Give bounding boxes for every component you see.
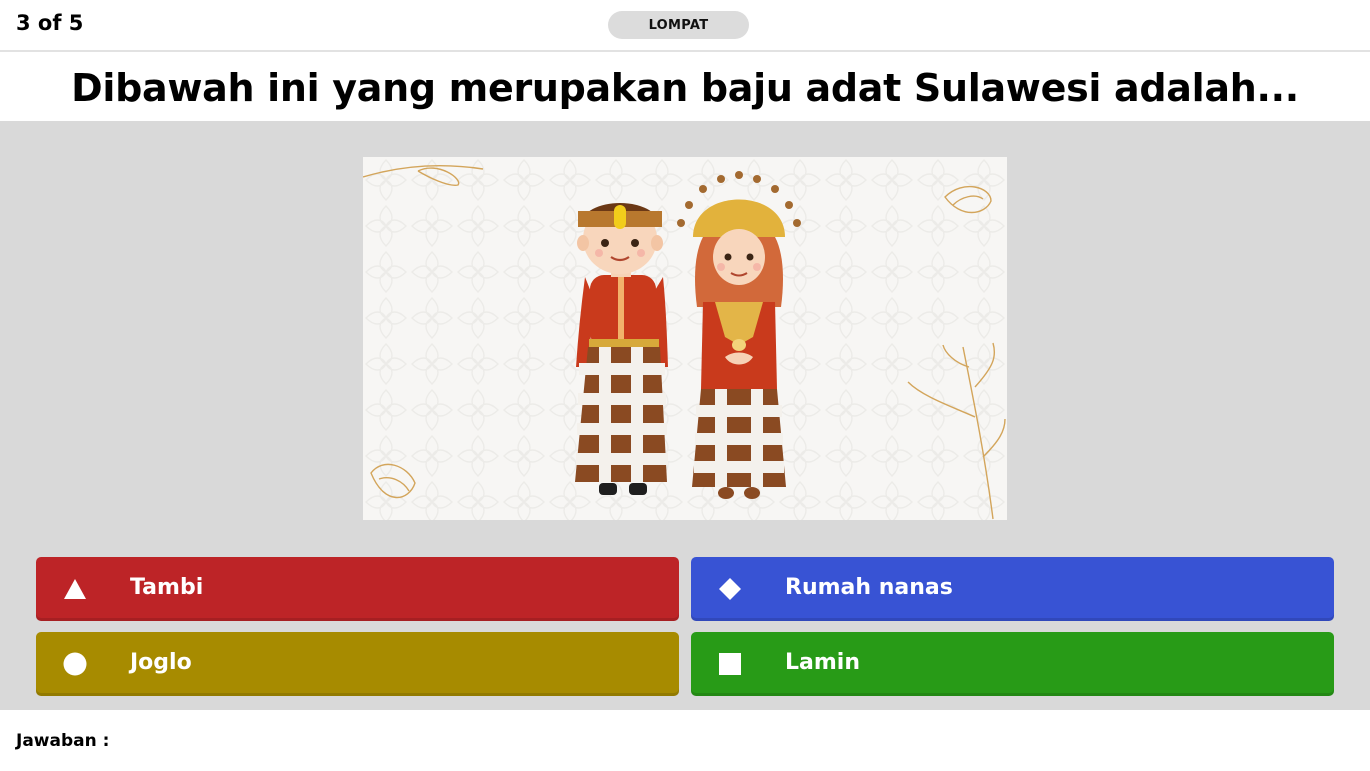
answer-label-text: Jawaban : [16,731,110,751]
diamond-icon [718,577,742,601]
top-bar: 3 of 5 LOMPAT [0,0,1370,52]
skip-button[interactable]: LOMPAT [608,11,749,39]
answer-label: Lamin [785,650,860,675]
answer-option-3[interactable]: Joglo [36,632,679,696]
answer-label: Joglo [130,650,192,675]
square-icon [718,652,742,676]
circle-icon [63,652,87,676]
answer-option-4[interactable]: Lamin [691,632,1334,696]
answer-label: Tambi [130,575,204,600]
answer-label: Rumah nanas [785,575,953,600]
question-image [363,157,1007,520]
answer-option-1[interactable]: Tambi [36,557,679,621]
question-counter: 3 of 5 [16,11,84,35]
answer-option-2[interactable]: Rumah nanas [691,557,1334,621]
question-text: Dibawah ini yang merupakan baju adat Sul… [71,65,1299,110]
question-stage: Tambi Rumah nanas Joglo Lamin [0,121,1370,710]
question-banner: Dibawah ini yang merupakan baju adat Sul… [0,54,1370,121]
triangle-icon [63,577,87,601]
man-figure [575,203,668,495]
answer-footer: Jawaban : [0,710,1370,771]
